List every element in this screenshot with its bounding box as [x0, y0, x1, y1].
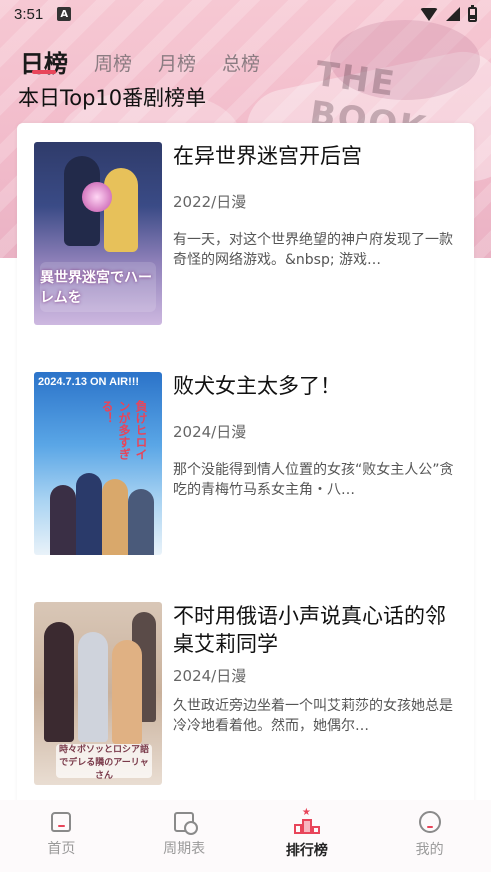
ranking-item-1[interactable]: 異世界迷宮でハーレムを 在异世界迷宫开后宫 2022/日漫 有一天，对这个世界绝… — [34, 142, 464, 327]
home-icon — [51, 812, 72, 832]
nav-label: 周期表 — [163, 841, 206, 857]
cover-logo-text: 異世界迷宮でハーレムを — [40, 262, 156, 312]
item-description: 那个没能得到情人位置的女孩“败女主人公”贪吃的青梅竹马系女主角・八… — [173, 462, 454, 498]
nav-label: 首页 — [47, 841, 76, 857]
calendar-icon — [174, 812, 199, 835]
item-title[interactable]: 在异世界迷宫开后宫 — [173, 142, 458, 170]
tab-weekly[interactable]: 周榜 — [94, 50, 132, 78]
cover-date-text: 2024.7.13 ON AIR!!! — [38, 376, 140, 388]
nav-ranking[interactable]: ★ 排行榜 — [246, 800, 369, 872]
cover-logo-text: 時々ボソッとロシア語でデレる隣のアーリャさん — [56, 744, 152, 781]
active-tab-indicator — [32, 70, 56, 74]
battery-icon — [468, 4, 477, 22]
status-time: 3:51 — [14, 5, 44, 23]
bottom-navigation: 首页 周期表 ★ 排行榜 我的 — [0, 800, 491, 872]
nav-label: 排行榜 — [285, 843, 328, 859]
cover-logo-text: 負けヒロインが多すぎる！ — [100, 400, 148, 460]
ranking-item-2[interactable]: 2024.7.13 ON AIR!!! 負けヒロインが多すぎる！ 败犬女主太多了… — [34, 372, 464, 557]
nav-label: 我的 — [415, 842, 444, 858]
status-bar: 3:51 A — [0, 0, 491, 28]
item-meta: 2024/日漫 — [173, 667, 247, 685]
signal-icon — [446, 7, 460, 21]
ranking-tabs: 日榜 周榜 月榜 总榜 — [20, 34, 260, 78]
tab-monthly[interactable]: 月榜 — [158, 50, 196, 78]
item-description: 有一天，对这个世界绝望的神户府发现了一款奇怪的网络游戏。&nbsp; 游戏… — [173, 232, 453, 268]
ranking-item-3[interactable]: 時々ボソッとロシア語でデレる隣のアーリャさん 不时用俄语小声说真心话的邻桌艾莉同… — [34, 602, 464, 787]
wifi-icon — [420, 7, 438, 21]
section-title: 本日Top10番剧榜单 — [18, 86, 207, 110]
ranking-icon: ★ — [293, 808, 320, 834]
cover-image[interactable]: 時々ボソッとロシア語でデレる隣のアーリャさん — [34, 602, 162, 785]
item-description: 久世政近旁边坐着一个叫艾莉莎的女孩她总是冷冷地看着他。然而，她偶尔… — [173, 698, 453, 734]
item-meta: 2022/日漫 — [173, 193, 247, 211]
cover-image[interactable]: 異世界迷宮でハーレムを — [34, 142, 162, 325]
item-title[interactable]: 败犬女主太多了！ — [173, 372, 458, 400]
nav-home[interactable]: 首页 — [0, 800, 123, 872]
item-title[interactable]: 不时用俄语小声说真心话的邻桌艾莉同学 — [173, 602, 458, 658]
cover-image[interactable]: 2024.7.13 ON AIR!!! 負けヒロインが多すぎる！ — [34, 372, 162, 555]
tab-all-time[interactable]: 总榜 — [222, 50, 260, 78]
nav-profile[interactable]: 我的 — [368, 800, 491, 872]
nav-schedule[interactable]: 周期表 — [123, 800, 246, 872]
item-meta: 2024/日漫 — [173, 423, 247, 441]
profile-icon — [418, 811, 441, 833]
notification-icon: A — [57, 7, 72, 21]
